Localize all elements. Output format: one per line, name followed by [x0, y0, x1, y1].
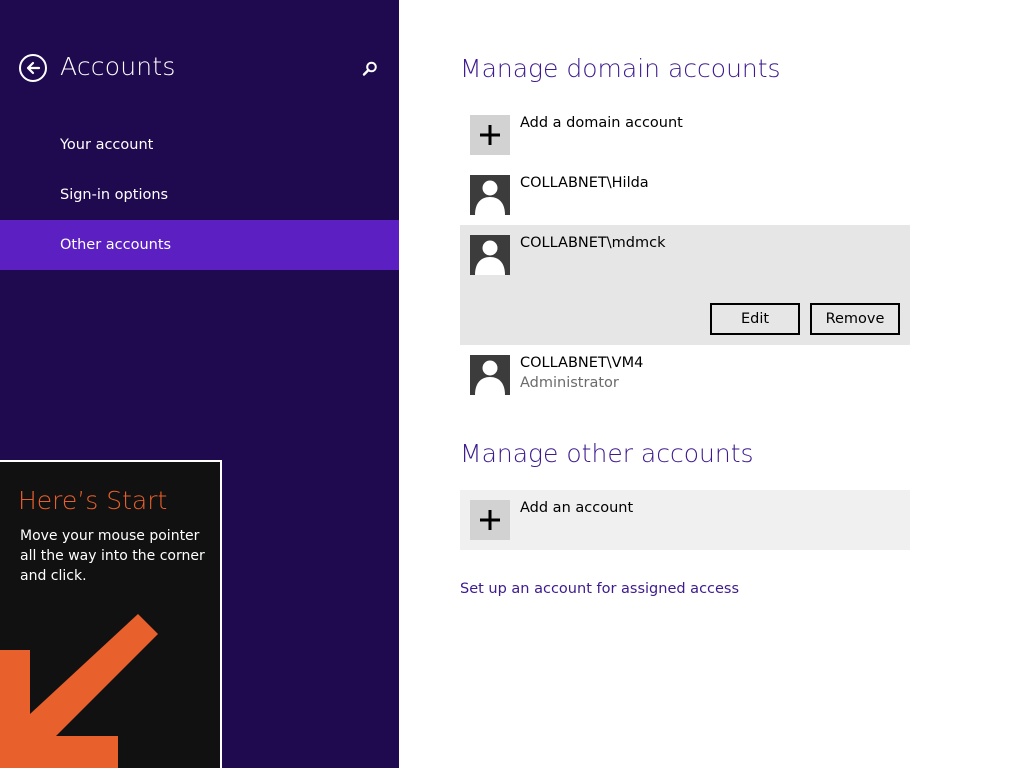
- tip-body: Move your mouse pointer all the way into…: [20, 528, 205, 584]
- assigned-access-link[interactable]: Set up an account for assigned access: [460, 581, 739, 597]
- page-title: Accounts: [60, 52, 176, 81]
- remove-button[interactable]: Remove: [810, 303, 900, 335]
- account-row[interactable]: COLLABNET\Hilda: [460, 165, 910, 225]
- sidebar-item-label: Other accounts: [60, 237, 172, 253]
- user-icon: [475, 240, 505, 275]
- account-name: COLLABNET\mdmck: [520, 235, 666, 251]
- sidebar-item-other-accounts[interactable]: Other accounts: [0, 220, 399, 270]
- add-account-button[interactable]: Add an account: [460, 490, 910, 550]
- plus-tile: [470, 115, 510, 155]
- account-row[interactable]: COLLABNET\VM4 Administrator: [460, 345, 910, 405]
- back-button[interactable]: [19, 54, 47, 82]
- plus-tile: [470, 500, 510, 540]
- sidebar-item-label: Sign-in options: [60, 187, 169, 203]
- account-row-selected[interactable]: COLLABNET\mdmck Edit Remove: [460, 225, 910, 345]
- account-name: COLLABNET\VM4: [520, 355, 644, 371]
- add-domain-account-button[interactable]: Add a domain account: [460, 105, 910, 165]
- add-domain-account-label: Add a domain account: [520, 115, 683, 131]
- sidebar: Accounts Your account Sign-in options Ot…: [0, 0, 399, 768]
- user-tile: [470, 175, 510, 215]
- edit-button[interactable]: Edit: [710, 303, 800, 335]
- start-tip: Here’s Start Move your mouse pointer all…: [0, 460, 222, 768]
- sidebar-item-your-account[interactable]: Your account: [0, 120, 399, 170]
- search-icon: [362, 61, 377, 76]
- user-icon: [475, 360, 505, 395]
- account-name: COLLABNET\Hilda: [520, 175, 649, 191]
- add-account-label: Add an account: [520, 500, 634, 516]
- user-tile: [470, 355, 510, 395]
- back-arrow-icon: [26, 61, 41, 75]
- section-title-domain: Manage domain accounts: [460, 54, 781, 83]
- plus-icon: [480, 510, 500, 530]
- user-tile: [470, 235, 510, 275]
- plus-icon: [480, 125, 500, 145]
- sidebar-item-label: Your account: [60, 137, 154, 153]
- account-role: Administrator: [520, 375, 619, 391]
- tip-title: Here’s Start: [18, 486, 168, 515]
- arrow-down-left-icon: [0, 614, 158, 768]
- section-title-other: Manage other accounts: [460, 439, 754, 468]
- search-button[interactable]: [361, 60, 379, 78]
- user-icon: [475, 180, 505, 215]
- sidebar-item-sign-in-options[interactable]: Sign-in options: [0, 170, 399, 220]
